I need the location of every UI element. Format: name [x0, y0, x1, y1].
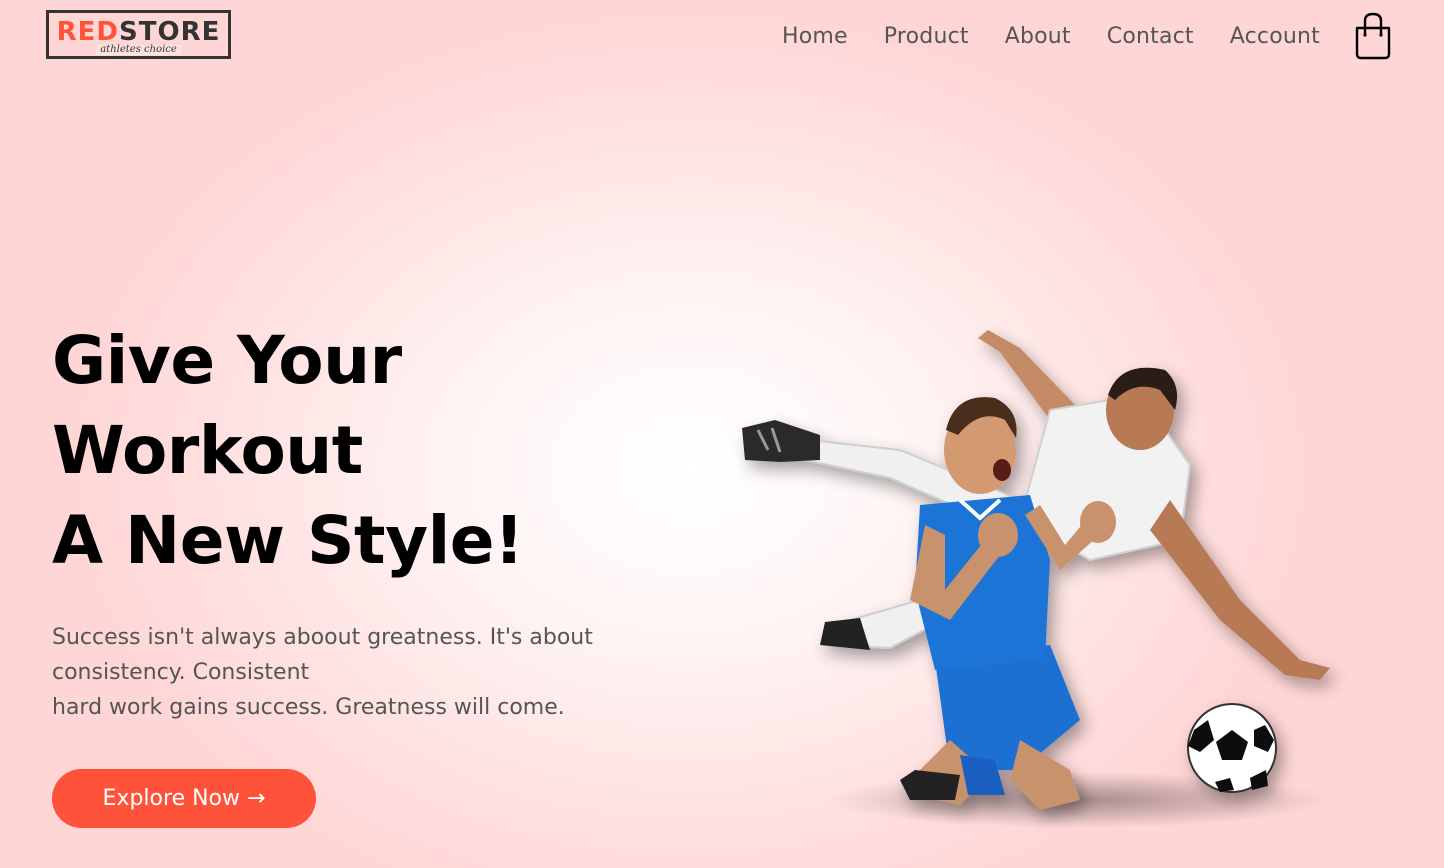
logo-tagline: athletes choice	[96, 45, 181, 55]
hero-image	[742, 330, 1330, 828]
hero-title-line: Give Your	[52, 322, 402, 399]
nav-link-home[interactable]: Home	[782, 24, 848, 49]
nav-link-contact[interactable]: Contact	[1107, 24, 1194, 49]
nav-item-home: Home	[782, 24, 848, 49]
logo-red-text: RED	[56, 17, 119, 47]
nav-item-product: Product	[884, 24, 969, 49]
nav-link-account[interactable]: Account	[1230, 24, 1320, 49]
nav-item-about: About	[1005, 24, 1071, 49]
logo-dark-text: STORE	[119, 17, 221, 47]
nav-item-contact: Contact	[1107, 24, 1194, 49]
shopping-bag-icon[interactable]	[1353, 12, 1393, 60]
logo-wordmark: REDSTORE	[57, 18, 221, 46]
nav-link-product[interactable]: Product	[884, 24, 969, 49]
hero-title-line: A New Style!	[52, 502, 524, 579]
hero-title: Give Your Workout A New Style!	[52, 316, 524, 586]
hero-subtitle-line: hard work gains success. Greatness will …	[52, 695, 565, 720]
hero-title-line: Workout	[52, 412, 363, 489]
nav-link-about[interactable]: About	[1005, 24, 1071, 49]
hero-subtitle-line: Success isn't always aboout greatness. I…	[52, 625, 593, 650]
main-nav: Home Product About Contact Account	[782, 24, 1320, 49]
nav-item-account: Account	[1230, 24, 1320, 49]
hero-subtitle: Success isn't always aboout greatness. I…	[52, 620, 672, 725]
logo[interactable]: REDSTORE athletes choice	[46, 10, 231, 59]
explore-now-button[interactable]: Explore Now →	[52, 769, 316, 828]
hero-subtitle-line: consistency. Consistent	[52, 660, 310, 685]
